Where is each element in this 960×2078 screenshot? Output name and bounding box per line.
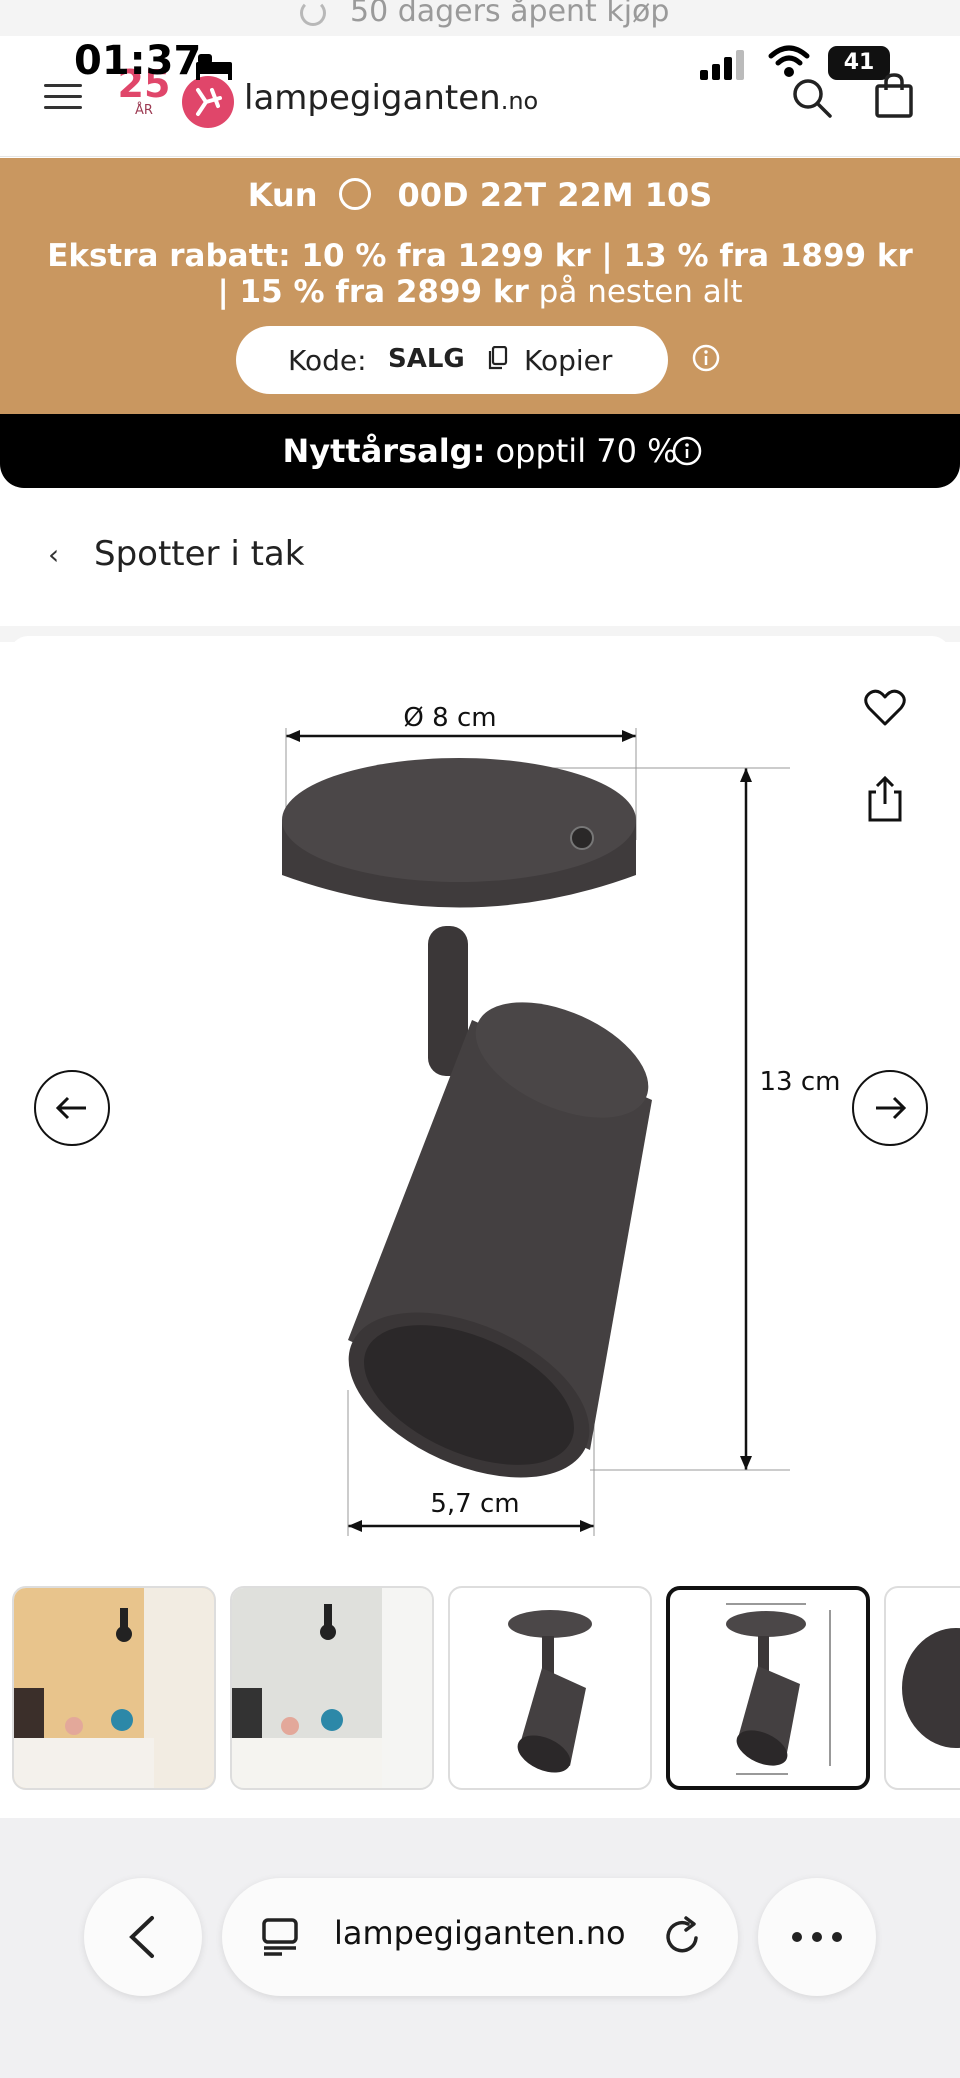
logo-name: lampegiganten xyxy=(244,78,501,118)
tabs-icon xyxy=(262,1918,298,1956)
chevron-left-icon xyxy=(129,1916,154,1958)
cellular-signal-icon xyxy=(700,48,752,82)
copy-icon[interactable] xyxy=(488,345,508,370)
open-purchase-text: 50 dagers åpent kjøp xyxy=(350,0,670,29)
discount-bold: Ekstra rabatt: 10 % fra 1299 kr | 13 % f… xyxy=(47,238,913,310)
bag-icon[interactable] xyxy=(874,72,914,118)
discount-rest: på nesten alt xyxy=(528,274,743,310)
site-logo[interactable]: lampegiganten.no xyxy=(244,78,538,118)
sale-text: Nyttårsalg: opptil 70 % xyxy=(0,432,960,470)
share-icon[interactable] xyxy=(866,775,904,822)
discount-text: Ekstra rabatt: 10 % fra 1299 kr | 13 % f… xyxy=(40,238,920,310)
breadcrumb[interactable]: Spotter i tak xyxy=(94,534,304,574)
thumbnail-2[interactable] xyxy=(230,1586,434,1790)
logo-tld: .no xyxy=(500,87,539,115)
reload-icon xyxy=(666,1916,698,1953)
info-icon[interactable] xyxy=(692,344,720,372)
kun-label: Kun xyxy=(247,176,318,214)
thumbnail-4-active[interactable] xyxy=(666,1586,870,1790)
next-image-button[interactable] xyxy=(852,1070,928,1146)
search-icon[interactable] xyxy=(790,76,834,120)
arrow-right-icon xyxy=(876,1096,907,1120)
badge-sub: ÅR xyxy=(135,103,153,118)
product-image: Ø 8 cm 13 cm 5,7 cm xyxy=(282,703,841,1536)
dim-diameter-label: Ø 8 cm xyxy=(403,703,496,733)
thumbnail-3[interactable] xyxy=(448,1586,652,1790)
sleep-focus-icon xyxy=(194,52,234,80)
thumbnail-strip xyxy=(0,1586,960,1796)
timer-icon xyxy=(339,178,372,210)
url-text[interactable]: lampegiganten.no xyxy=(334,1914,626,1952)
arrow-left-icon xyxy=(55,1096,86,1120)
thumbnail-1[interactable] xyxy=(12,1586,216,1790)
countdown-row: Kun 00D 22T 22M 10S xyxy=(0,176,960,214)
chevron-left-icon[interactable]: ‹ xyxy=(48,538,59,571)
sale-info-icon[interactable] xyxy=(672,436,702,466)
browser-more-button[interactable] xyxy=(758,1878,876,1996)
dim-opening-label: 5,7 cm xyxy=(430,1489,519,1519)
dim-height-label: 13 cm xyxy=(760,1067,841,1097)
countdown-text: 00D 22T 22M 10S xyxy=(397,176,713,214)
heart-icon[interactable] xyxy=(864,688,906,728)
code-value: SALG xyxy=(388,344,465,374)
previous-image-button[interactable] xyxy=(34,1070,110,1146)
browser-back-button[interactable] xyxy=(84,1878,202,1996)
sale-bold: Nyttårsalg: xyxy=(282,432,486,470)
copy-button[interactable]: Kopier xyxy=(524,344,612,377)
code-label: Kode: xyxy=(288,344,367,377)
wifi-icon xyxy=(768,44,810,80)
status-time: 01:37 xyxy=(74,38,202,84)
more-icon xyxy=(792,1932,842,1942)
thumbnail-5[interactable] xyxy=(884,1586,960,1790)
sale-rest: opptil 70 % xyxy=(485,432,678,470)
menu-icon[interactable] xyxy=(44,84,82,110)
